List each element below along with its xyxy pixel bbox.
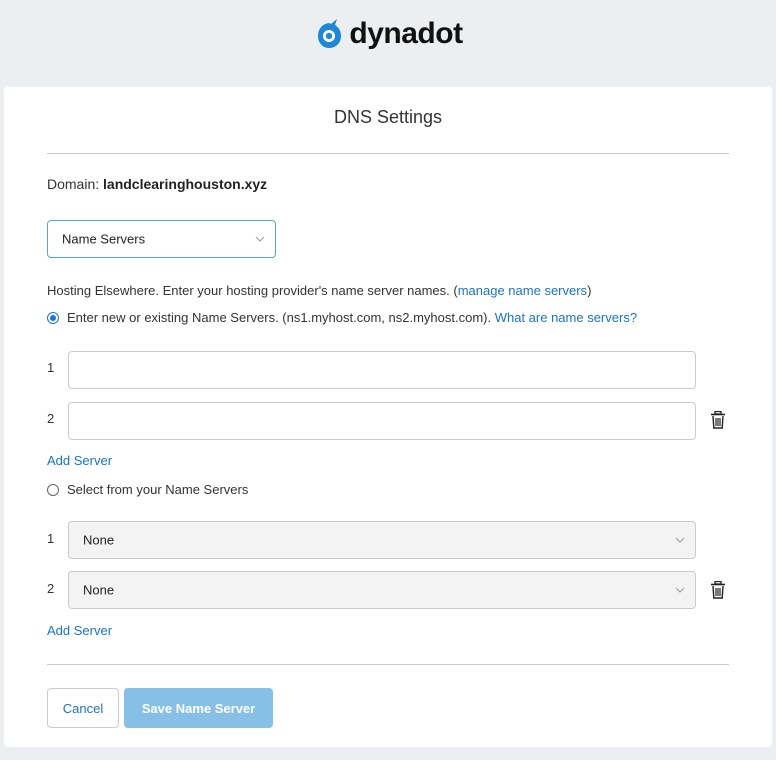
add-server-link-2[interactable]: Add Server — [47, 623, 112, 638]
option-enter-name-servers[interactable]: Enter new or existing Name Servers. (ns1… — [47, 310, 637, 325]
existing-server-number-2: 2 — [47, 581, 55, 596]
chevron-down-icon — [675, 587, 685, 593]
cancel-button[interactable]: Cancel — [47, 688, 119, 728]
radio-enter-name-servers[interactable] — [47, 311, 59, 324]
dns-settings-card: DNS Settings Domain: landclearinghouston… — [4, 87, 772, 747]
option-select-text: Select from your Name Servers — [67, 482, 249, 497]
hosting-description: Hosting Elsewhere. Enter your hosting pr… — [47, 283, 458, 298]
name-server-input-2[interactable] — [68, 402, 696, 440]
hosting-elsewhere-text: Hosting Elsewhere. Enter your hosting pr… — [47, 283, 591, 298]
name-server-select-1[interactable]: None — [68, 521, 696, 559]
domain-label: Domain: — [47, 176, 100, 192]
manage-name-servers-link[interactable]: manage name servers — [458, 283, 587, 298]
dns-type-value: Name Servers — [62, 231, 146, 247]
chevron-down-icon — [675, 537, 685, 543]
domain-value: landclearinghouston.xyz — [103, 176, 268, 192]
option-enter-text: Enter new or existing Name Servers. (ns1… — [67, 310, 492, 325]
option-select-name-servers[interactable]: Select from your Name Servers — [47, 482, 248, 497]
existing-server-number-1: 1 — [47, 531, 55, 546]
server-number-2: 2 — [47, 411, 55, 426]
divider-bottom — [47, 664, 729, 665]
dynadot-logo[interactable]: dynadot — [0, 17, 776, 51]
save-name-server-button[interactable]: Save Name Server — [124, 688, 273, 728]
page-title: DNS Settings — [333, 107, 443, 127]
name-server-input-1[interactable] — [68, 351, 696, 389]
hosting-close-paren: ) — [587, 283, 592, 298]
name-server-select-1-value: None — [83, 532, 115, 548]
dynadot-logo-icon — [318, 19, 342, 48]
server-number-1: 1 — [47, 360, 55, 375]
divider-top — [47, 153, 729, 154]
trash-icon[interactable] — [710, 581, 726, 599]
name-server-select-2[interactable]: None — [68, 571, 696, 609]
name-server-select-2-value: None — [83, 582, 115, 598]
trash-icon[interactable] — [710, 411, 726, 429]
domain-line: Domain: landclearinghouston.xyz — [47, 176, 267, 192]
brand-name: dynadot — [349, 17, 463, 50]
chevron-down-icon — [255, 236, 265, 242]
what-are-name-servers-link[interactable]: What are name servers? — [495, 310, 637, 325]
dns-type-select[interactable]: Name Servers — [47, 220, 276, 258]
radio-select-name-servers[interactable] — [47, 483, 59, 496]
add-server-link[interactable]: Add Server — [47, 453, 112, 468]
